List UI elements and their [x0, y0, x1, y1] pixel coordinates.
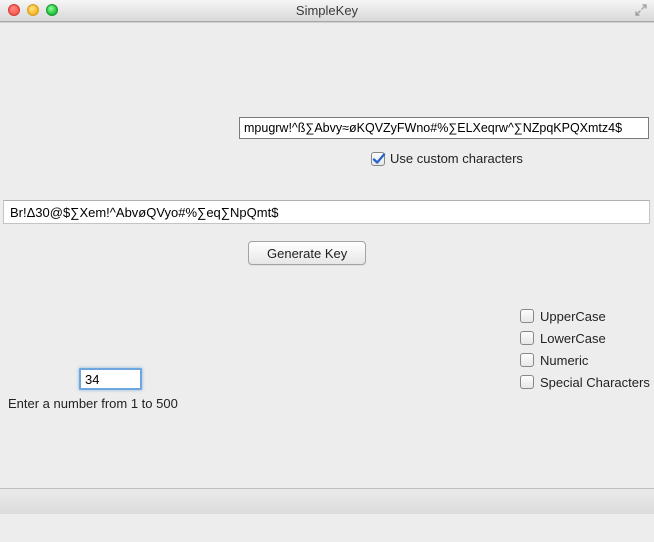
special-characters-checkbox[interactable]: [520, 375, 534, 389]
footer-bar: [0, 488, 654, 514]
use-custom-characters-checkbox[interactable]: [371, 152, 385, 166]
use-custom-characters-row: Use custom characters: [371, 151, 523, 166]
key-length-hint: Enter a number from 1 to 500: [8, 396, 178, 411]
zoom-icon[interactable]: [46, 4, 58, 16]
window-controls: [8, 4, 58, 16]
special-characters-label: Special Characters: [540, 375, 650, 390]
numeric-label: Numeric: [540, 353, 588, 368]
generate-key-button[interactable]: Generate Key: [248, 241, 366, 265]
window-title: SimpleKey: [296, 3, 358, 18]
uppercase-row: UpperCase: [520, 307, 650, 325]
uppercase-checkbox[interactable]: [520, 309, 534, 323]
generated-key-output[interactable]: [3, 200, 650, 224]
maximize-icon[interactable]: [634, 3, 648, 17]
lowercase-checkbox[interactable]: [520, 331, 534, 345]
character-options-group: UpperCase LowerCase Numeric Special Char…: [520, 307, 650, 391]
numeric-checkbox[interactable]: [520, 353, 534, 367]
key-length-input[interactable]: [79, 368, 142, 390]
lowercase-row: LowerCase: [520, 329, 650, 347]
title-bar: SimpleKey: [0, 0, 654, 22]
minimize-icon[interactable]: [27, 4, 39, 16]
use-custom-characters-label: Use custom characters: [390, 151, 523, 166]
uppercase-label: UpperCase: [540, 309, 606, 324]
numeric-row: Numeric: [520, 351, 650, 369]
special-row: Special Characters: [520, 373, 650, 391]
content-area: Use custom characters Generate Key Upper…: [0, 22, 654, 514]
close-icon[interactable]: [8, 4, 20, 16]
custom-characters-input[interactable]: [239, 117, 649, 139]
lowercase-label: LowerCase: [540, 331, 606, 346]
